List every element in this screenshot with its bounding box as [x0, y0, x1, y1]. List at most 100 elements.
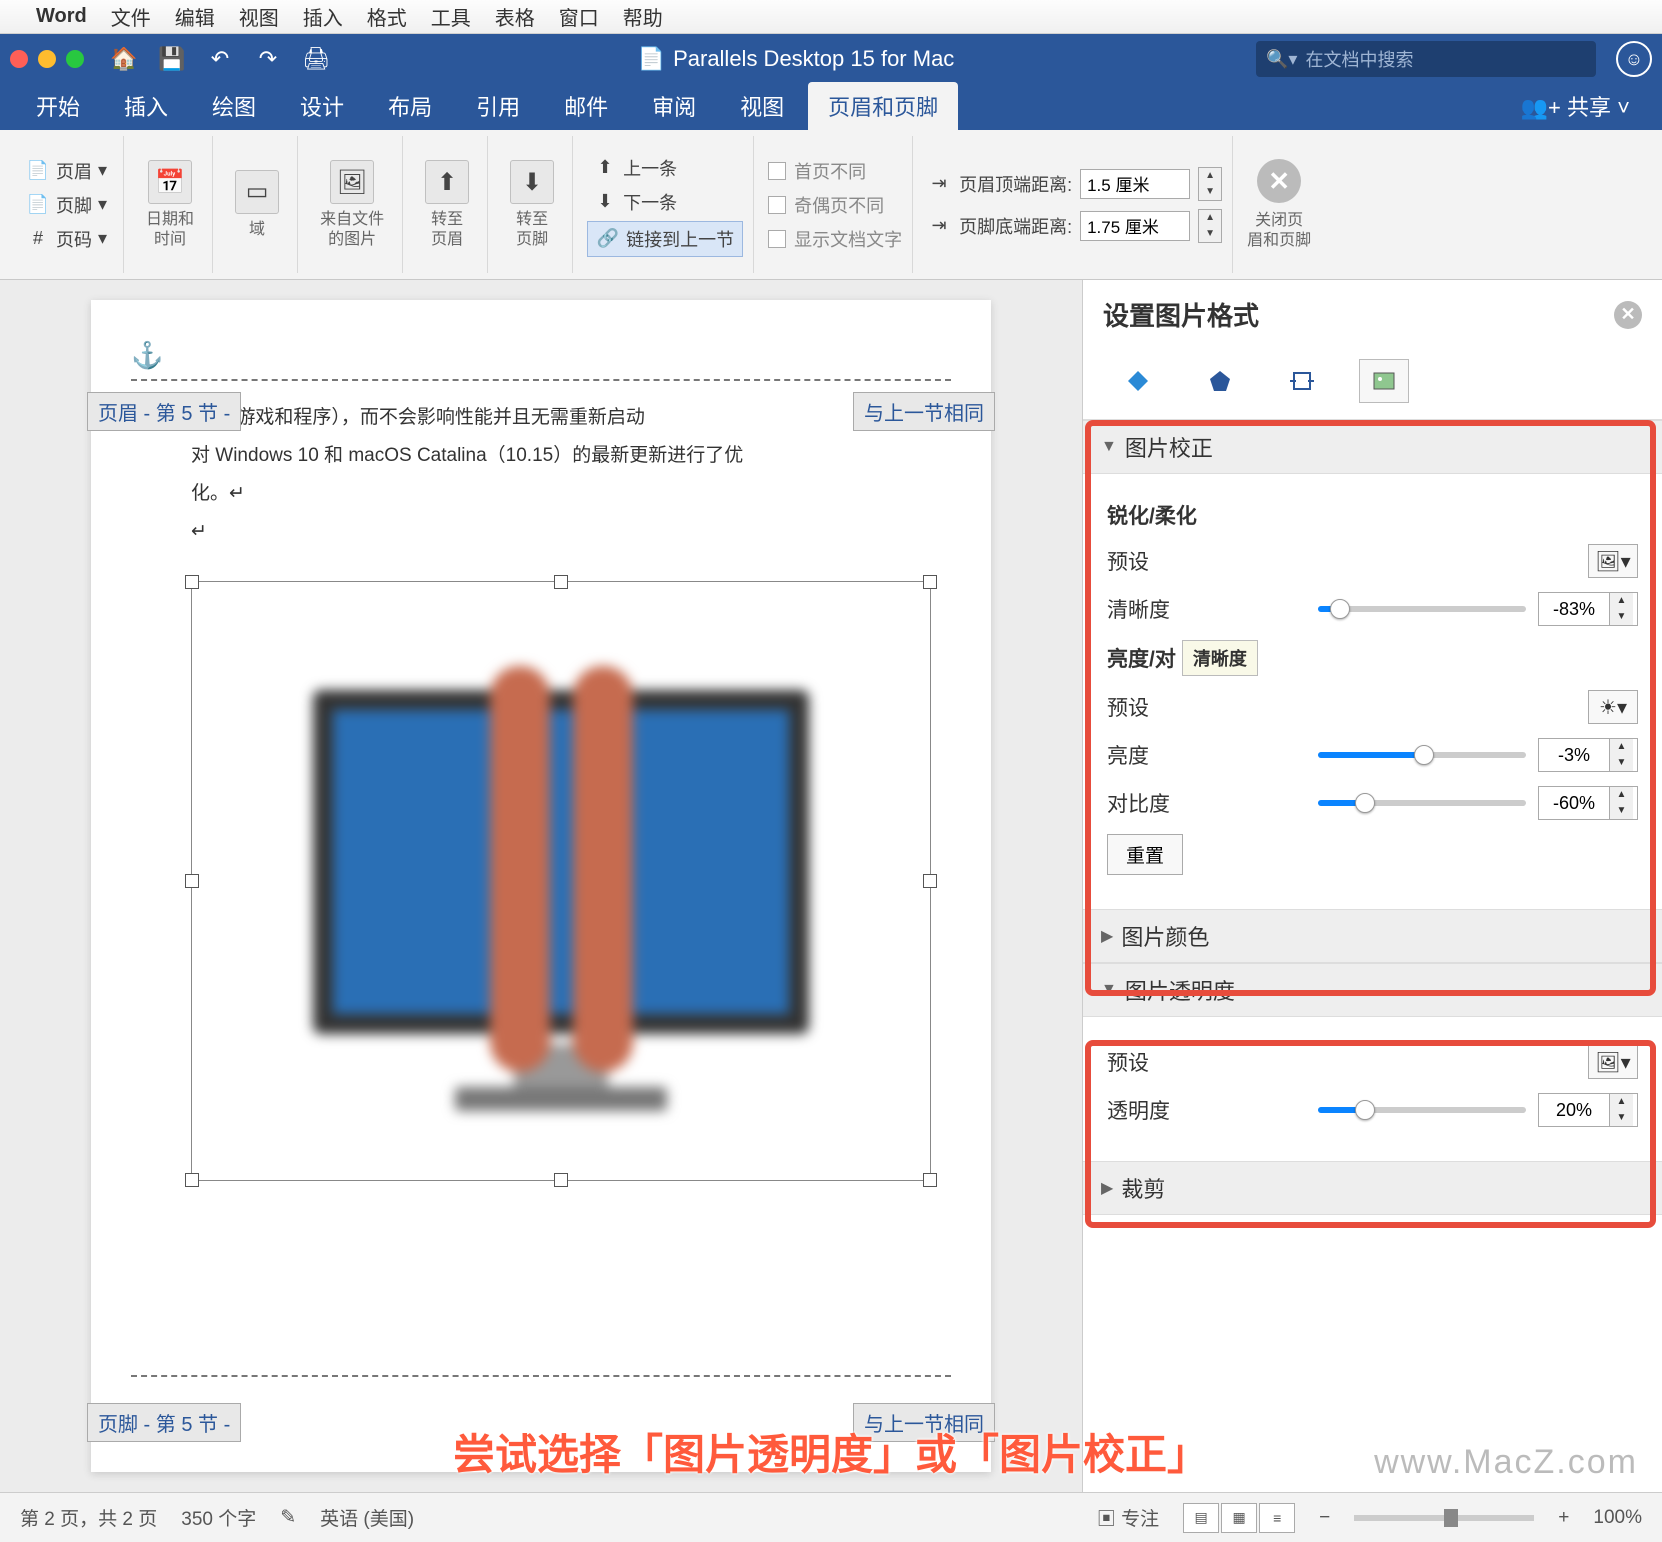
- document-title: 📄 Parallels Desktop 15 for Mac: [344, 46, 1248, 72]
- home-icon[interactable]: 🏠: [104, 39, 144, 79]
- menu-window[interactable]: 窗口: [559, 2, 599, 31]
- brightness-slider[interactable]: [1318, 752, 1526, 758]
- redo-icon[interactable]: ↷: [248, 39, 288, 79]
- zoom-level[interactable]: 100%: [1593, 1507, 1642, 1529]
- window-close-button[interactable]: [10, 50, 28, 68]
- watermark: www.MacZ.com: [1374, 1443, 1638, 1482]
- different-first-page-checkbox[interactable]: 首页不同: [768, 156, 866, 186]
- page-info[interactable]: 第 2 页，共 2 页: [20, 1504, 157, 1531]
- transparency-value[interactable]: [1539, 1100, 1609, 1121]
- zoom-slider[interactable]: [1354, 1515, 1534, 1521]
- date-time-button[interactable]: 📅日期和 时间: [138, 156, 202, 252]
- status-bar: 第 2 页，共 2 页 350 个字 ✎ 英语 (美国) ▣ 专注 ▤ ▦ ≡ …: [0, 1492, 1662, 1542]
- selected-image[interactable]: [191, 581, 931, 1181]
- field-button[interactable]: ▭域: [227, 166, 287, 243]
- resize-handle[interactable]: [923, 1173, 937, 1187]
- sharpness-value[interactable]: [1539, 599, 1609, 620]
- user-avatar[interactable]: ☺: [1616, 41, 1652, 77]
- section-picture-color[interactable]: ▶ 图片颜色: [1083, 909, 1662, 963]
- tab-references[interactable]: 引用: [456, 82, 540, 130]
- tab-header-footer[interactable]: 页眉和页脚: [808, 82, 958, 130]
- resize-handle[interactable]: [554, 1173, 568, 1187]
- resize-handle[interactable]: [185, 874, 199, 888]
- section-picture-transparency[interactable]: ▼ 图片透明度: [1083, 963, 1662, 1017]
- resize-handle[interactable]: [185, 575, 199, 589]
- resize-handle[interactable]: [923, 874, 937, 888]
- tab-layout[interactable]: 布局: [368, 82, 452, 130]
- tab-design[interactable]: 设计: [280, 82, 364, 130]
- share-button[interactable]: 👥+ 共享 ˅: [1505, 82, 1646, 130]
- word-count[interactable]: 350 个字: [181, 1504, 256, 1531]
- window-zoom-button[interactable]: [66, 50, 84, 68]
- footer-bottom-input[interactable]: [1080, 211, 1190, 241]
- brightness-preset-button[interactable]: ☀▾: [1588, 690, 1638, 724]
- header-button[interactable]: 📄页眉 ▾: [20, 156, 113, 186]
- app-name[interactable]: Word: [36, 5, 87, 28]
- view-outline[interactable]: ≡: [1259, 1503, 1295, 1533]
- resize-handle[interactable]: [923, 575, 937, 589]
- document-search[interactable]: 🔍▾ 在文档中搜索: [1256, 41, 1596, 77]
- menu-view[interactable]: 视图: [239, 2, 279, 31]
- different-odd-even-checkbox[interactable]: 奇偶页不同: [768, 190, 884, 220]
- page-number-button[interactable]: #页码 ▾: [20, 224, 113, 254]
- document-page: ⚓ 页眉 - 第 5 节 - 与上一节相同 CAD 游戏和程序），而不会影响性能…: [91, 300, 991, 1472]
- tab-view[interactable]: 视图: [720, 82, 804, 130]
- link-to-previous-button[interactable]: 🔗链接到上一节: [587, 221, 743, 257]
- header-top-input[interactable]: [1080, 169, 1190, 199]
- show-document-text-checkbox[interactable]: 显示文档文字: [768, 224, 902, 254]
- zoom-out[interactable]: −: [1319, 1507, 1330, 1529]
- menu-file[interactable]: 文件: [111, 2, 151, 31]
- goto-footer-button[interactable]: ⬇转至 页脚: [502, 156, 562, 252]
- sharpness-slider[interactable]: [1318, 606, 1526, 612]
- document-canvas[interactable]: ⚓ 页眉 - 第 5 节 - 与上一节相同 CAD 游戏和程序），而不会影响性能…: [0, 280, 1082, 1492]
- section-picture-correction[interactable]: ▼ 图片校正: [1083, 420, 1662, 474]
- save-icon[interactable]: 💾: [152, 39, 192, 79]
- view-print-layout[interactable]: ▤: [1183, 1503, 1219, 1533]
- print-icon[interactable]: 🖨: [296, 39, 336, 79]
- menu-help[interactable]: 帮助: [623, 2, 663, 31]
- picture-from-file-button[interactable]: 🖼来自文件 的图片: [312, 156, 392, 252]
- tab-draw[interactable]: 绘图: [192, 82, 276, 130]
- panel-tab-size[interactable]: [1277, 359, 1327, 403]
- brightness-value[interactable]: [1539, 745, 1609, 766]
- section-crop[interactable]: ▶ 裁剪: [1083, 1161, 1662, 1215]
- transparency-slider[interactable]: [1318, 1107, 1526, 1113]
- panel-tab-fill[interactable]: [1113, 359, 1163, 403]
- panel-tab-effects[interactable]: [1195, 359, 1245, 403]
- menu-table[interactable]: 表格: [495, 2, 535, 31]
- transparency-preset-button[interactable]: 🖼▾: [1588, 1045, 1638, 1079]
- next-button[interactable]: ⬇下一条: [587, 187, 683, 217]
- zoom-in[interactable]: +: [1558, 1507, 1569, 1529]
- menu-format[interactable]: 格式: [367, 2, 407, 31]
- word-doc-icon: 📄: [638, 46, 665, 72]
- menu-insert[interactable]: 插入: [303, 2, 343, 31]
- contrast-value[interactable]: [1539, 793, 1609, 814]
- tab-home[interactable]: 开始: [16, 82, 100, 130]
- footer-button[interactable]: 📄页脚 ▾: [20, 190, 113, 220]
- close-header-footer-button[interactable]: ✕ 关闭页 眉和页脚: [1247, 159, 1311, 249]
- resize-handle[interactable]: [554, 575, 568, 589]
- menu-tools[interactable]: 工具: [431, 2, 471, 31]
- language-status[interactable]: 英语 (美国): [320, 1504, 414, 1531]
- panel-tab-picture[interactable]: [1359, 359, 1409, 403]
- tab-insert[interactable]: 插入: [104, 82, 188, 130]
- tab-mailings[interactable]: 邮件: [544, 82, 628, 130]
- sharpen-preset-button[interactable]: 🖼▾: [1588, 544, 1638, 578]
- resize-handle[interactable]: [185, 1173, 199, 1187]
- window-minimize-button[interactable]: [38, 50, 56, 68]
- ribbon-header-footer: 📄页眉 ▾ 📄页脚 ▾ #页码 ▾ 📅日期和 时间 ▭域 🖼来自文件 的图片 ⬆…: [0, 130, 1662, 280]
- undo-icon[interactable]: ↶: [200, 39, 240, 79]
- contrast-slider[interactable]: [1318, 800, 1526, 806]
- spellcheck-icon[interactable]: ✎: [280, 1506, 296, 1529]
- menu-edit[interactable]: 编辑: [175, 2, 215, 31]
- previous-button[interactable]: ⬆上一条: [587, 153, 683, 183]
- panel-close-button[interactable]: ✕: [1614, 301, 1642, 329]
- reset-button[interactable]: 重置: [1107, 834, 1183, 875]
- view-web-layout[interactable]: ▦: [1221, 1503, 1257, 1533]
- focus-mode[interactable]: ▣ 专注: [1097, 1504, 1159, 1531]
- ribbon-tabs: 开始 插入 绘图 设计 布局 引用 邮件 审阅 视图 页眉和页脚 👥+ 共享 ˅: [0, 84, 1662, 130]
- close-icon: ✕: [1257, 159, 1301, 203]
- tab-review[interactable]: 审阅: [632, 82, 716, 130]
- sharpen-soften-header: 锐化/柔化: [1107, 500, 1638, 530]
- goto-header-button[interactable]: ⬆转至 页眉: [417, 156, 477, 252]
